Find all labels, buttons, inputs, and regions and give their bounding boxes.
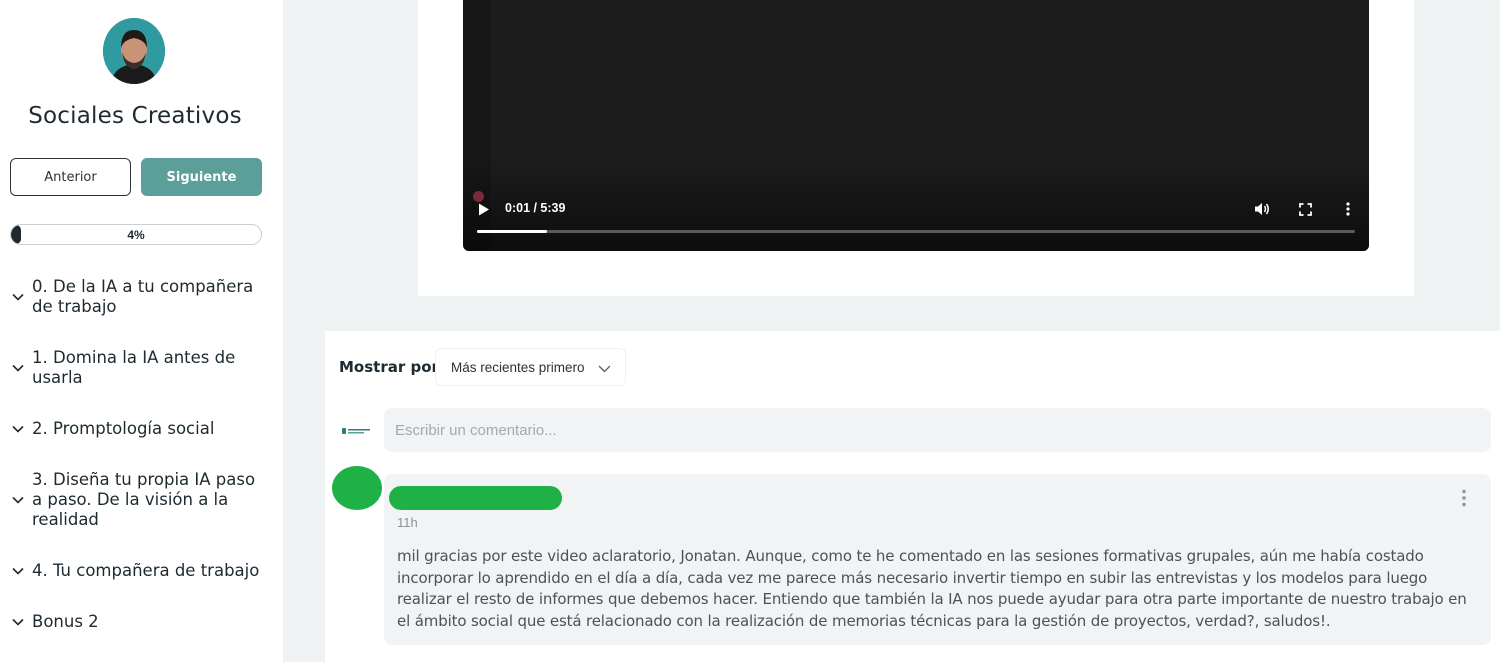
video-controls-overlay (463, 161, 1369, 251)
comment-body: mil gracias por este video aclaratorio, … (397, 547, 1467, 630)
seek-played (477, 230, 548, 233)
section-label: 0. De la IA a tu compañera de trabajo (32, 277, 254, 316)
section-item-4[interactable]: 4. Tu compañera de trabajo (12, 561, 270, 581)
sort-dropdown[interactable]: Más recientes primero (435, 348, 626, 386)
chevron-down-icon (12, 496, 32, 504)
chevron-down-icon (12, 618, 32, 626)
comment-input[interactable] (384, 408, 1491, 452)
chevron-down-icon (12, 567, 32, 575)
section-item-0[interactable]: 0. De la IA a tu compañera de trabajo (12, 277, 270, 317)
section-label: 1. Domina la IA antes de usarla (32, 348, 236, 387)
section-label: Bonus 2 (32, 612, 99, 631)
course-sidebar: Sociales Creativos Anterior Siguiente 4%… (0, 0, 283, 662)
commenter-avatar (332, 466, 382, 510)
video-time-display: 0:01 / 5:39 (505, 201, 566, 215)
volume-icon[interactable] (1253, 200, 1271, 218)
chevron-down-icon (12, 364, 32, 372)
instructor-avatar (103, 18, 165, 84)
section-label: 4. Tu compañera de trabajo (32, 561, 260, 580)
comment-timestamp: 11h (397, 515, 418, 530)
play-icon[interactable] (476, 201, 492, 217)
chevron-down-icon (598, 361, 611, 376)
video-player[interactable] (463, 0, 1369, 251)
sort-label: Mostrar por (339, 358, 439, 376)
fullscreen-icon[interactable] (1296, 200, 1314, 218)
chevron-down-icon (12, 425, 32, 433)
section-label: 3. Diseña tu propia IA paso a paso. De l… (32, 470, 256, 529)
sidebar-gutter (283, 0, 325, 662)
progress-label: 4% (127, 227, 145, 242)
course-title: Sociales Creativos (28, 103, 242, 129)
comment-options-icon[interactable] (1456, 487, 1472, 509)
sort-value: Más recientes primero (451, 359, 585, 375)
user-logo (341, 424, 371, 438)
section-item-2[interactable]: 2. Promptología social (12, 419, 270, 439)
previous-lesson-button[interactable]: Anterior (10, 158, 131, 196)
next-lesson-button[interactable]: Siguiente (141, 158, 262, 196)
chevron-down-icon (12, 293, 32, 301)
section-item-1[interactable]: 1. Domina la IA antes de usarla (12, 348, 270, 388)
section-item-3[interactable]: 3. Diseña tu propia IA paso a paso. De l… (12, 470, 270, 530)
video-seek-bar[interactable] (477, 230, 1355, 233)
commenter-name-redacted (389, 486, 562, 510)
section-item-5[interactable]: Bonus 2 (12, 612, 270, 632)
section-label: 2. Promptología social (32, 419, 215, 438)
more-options-icon[interactable] (1339, 200, 1357, 218)
course-progress-bar: 4% (10, 224, 262, 245)
